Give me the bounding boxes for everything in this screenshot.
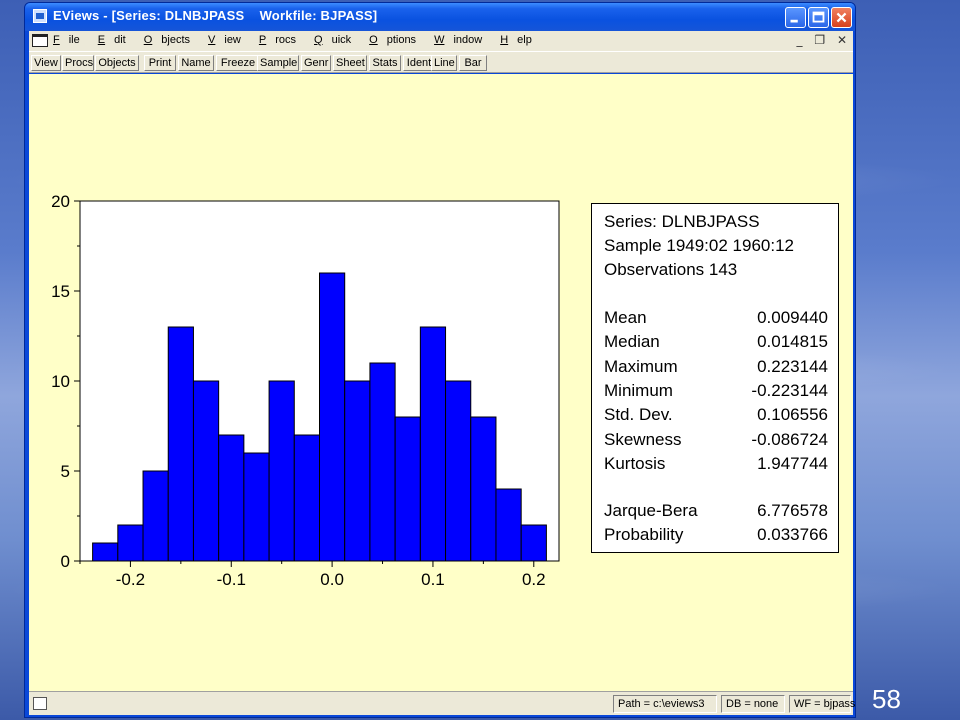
histogram-bar — [495, 488, 522, 562]
close-button[interactable] — [831, 7, 852, 28]
stat-label: Mean — [604, 308, 647, 327]
series-toolbar: View Procs Objects Print Name Freeze Sample Gen… — [29, 51, 853, 73]
histogram-bar — [142, 470, 169, 562]
histogram-bar — [419, 326, 447, 562]
doc-minimize-icon[interactable]: _ — [797, 33, 803, 47]
menu-item-quick[interactable]: Quick — [314, 34, 360, 46]
histogram-bar — [117, 524, 144, 562]
stat-value: 0.106556 — [757, 405, 828, 425]
status-path: Path = c:\eviews3 — [613, 695, 717, 713]
histogram-bar — [243, 452, 270, 562]
histogram-bar — [520, 524, 547, 562]
histogram-bar — [470, 416, 497, 562]
stat-label: Std. Dev. — [604, 405, 673, 425]
x-tick-label: -0.1 — [217, 570, 246, 589]
view-button[interactable]: View — [31, 55, 61, 71]
histogram-bar — [344, 380, 371, 562]
sample-button[interactable]: Sample — [257, 55, 299, 71]
sheet-button[interactable]: Sheet — [333, 55, 367, 71]
print-button[interactable]: Print — [144, 55, 176, 71]
stat-label: Median — [604, 332, 660, 352]
stat-value: -0.223144 — [751, 380, 828, 400]
objects-button[interactable]: Objects — [95, 55, 139, 71]
stat-value: 0.014815 — [757, 332, 828, 352]
genr-button[interactable]: Genr — [301, 55, 331, 71]
doc-close-icon[interactable]: ✕ — [837, 33, 847, 47]
document-window-controls: _ ❐ ✕ — [789, 33, 847, 47]
menu-item-window[interactable]: Window — [434, 34, 491, 46]
stats-observations: Observations 143 — [604, 260, 738, 279]
series-view-area: 0 5 10 15 20 -0.2 -0.1 0.0 0.1 0.2 Series: DLNBJP… — [29, 74, 853, 691]
doc-restore-icon[interactable]: ❐ — [814, 33, 825, 47]
x-tick-label: 0.0 — [320, 570, 344, 589]
y-tick-label: 15 — [51, 282, 70, 301]
histogram-bar — [394, 416, 421, 562]
histogram-bar — [319, 272, 346, 562]
x-tick-label: -0.2 — [116, 570, 145, 589]
x-tick-label: 0.1 — [421, 570, 445, 589]
menu-item-file[interactable]: File — [53, 34, 89, 46]
y-tick-label: 5 — [61, 462, 70, 481]
stat-value: 1.947744 — [757, 453, 828, 473]
slide-number: 58 — [872, 684, 901, 714]
stat-value: 0.033766 — [757, 525, 828, 545]
eviews-window: EViews - [Series: DLNBJPASS Workfile: BJ… — [24, 2, 856, 718]
document-window-icon[interactable] — [32, 34, 48, 47]
y-tick-label: 0 — [61, 552, 70, 571]
close-icon — [836, 12, 847, 23]
menu-items: File Edit Objects View Procs Quick Options Wind… — [53, 34, 550, 46]
histogram-bar — [445, 380, 472, 562]
descriptive-stats-box: Series: DLNBJPASS Sample 1949:02 1960:12… — [591, 203, 839, 553]
status-window-icon[interactable] — [33, 697, 47, 710]
menu-item-options[interactable]: Options — [369, 34, 425, 46]
menu-item-edit[interactable]: Edit — [98, 34, 135, 46]
bar-button[interactable]: Bar — [459, 55, 487, 71]
stat-label: Kurtosis — [604, 453, 666, 473]
histogram-bar — [192, 380, 220, 562]
histogram-bar — [268, 380, 295, 562]
maximize-button[interactable] — [808, 7, 829, 28]
stat-label: Jarque-Bera — [604, 501, 698, 520]
menu-bar: File Edit Objects View Procs Quick Options Wind… — [29, 31, 853, 51]
title-bar[interactable]: EViews - [Series: DLNBJPASS Workfile: BJ… — [25, 3, 855, 31]
status-bar: Path = c:\eviews3 DB = none WF = bjpass — [29, 691, 855, 715]
histogram-bar — [293, 434, 320, 562]
menu-item-objects[interactable]: Objects — [144, 34, 199, 46]
x-tick-label: 0.2 — [522, 570, 546, 589]
minimize-button[interactable] — [785, 7, 806, 28]
procs-button[interactable]: Procs — [62, 55, 94, 71]
line-button[interactable]: Line — [431, 55, 457, 71]
y-tick-label: 10 — [51, 372, 70, 391]
name-button[interactable]: Name — [178, 55, 214, 71]
stats-sample: Sample 1949:02 1960:12 — [604, 236, 794, 255]
menu-item-help[interactable]: Help — [500, 34, 541, 46]
stat-label: Maximum — [604, 356, 678, 376]
menu-item-view[interactable]: View — [208, 34, 250, 46]
histogram-bar — [369, 362, 396, 562]
histogram-bar — [167, 326, 194, 562]
stat-label: Probability — [604, 525, 684, 545]
minimize-icon — [790, 19, 798, 23]
status-workfile: WF = bjpass — [789, 695, 855, 713]
window-title: EViews - [Series: DLNBJPASS Workfile: BJ… — [53, 8, 378, 23]
stat-label: Minimum — [604, 380, 673, 400]
stat-label: Skewness — [604, 429, 682, 449]
y-tick-label: 20 — [51, 192, 70, 211]
histogram-bar — [218, 434, 245, 562]
stat-value: 0.223144 — [757, 356, 828, 376]
stat-value: 6.776578 — [757, 501, 828, 520]
freeze-button[interactable]: Freeze — [216, 55, 260, 71]
eviews-app-icon[interactable] — [33, 9, 47, 23]
histogram-bar — [92, 542, 119, 562]
stat-value: 0.009440 — [757, 308, 828, 327]
status-db: DB = none — [721, 695, 785, 713]
maximize-icon — [812, 11, 825, 23]
menu-item-procs[interactable]: Procs — [259, 34, 305, 46]
stat-value: -0.086724 — [751, 429, 828, 449]
stats-series-name: Series: DLNBJPASS — [604, 212, 760, 231]
stats-button[interactable]: Stats — [369, 55, 401, 71]
